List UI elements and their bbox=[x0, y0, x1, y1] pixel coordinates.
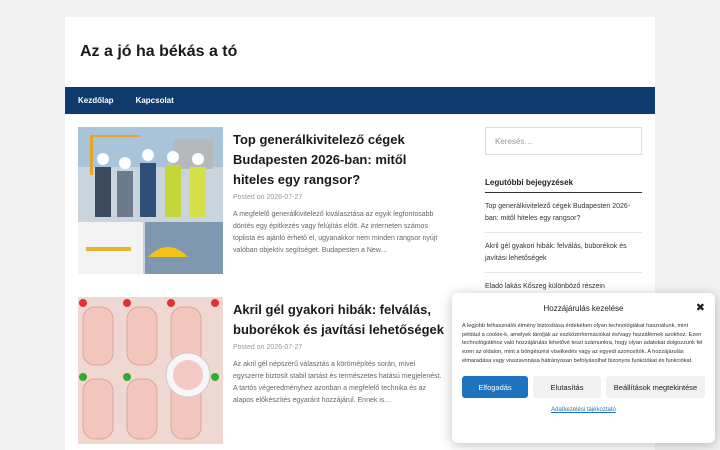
view-preferences-button[interactable]: Beállítások megtekintése bbox=[606, 376, 705, 399]
main-nav: Kezdőlap Kapcsolat bbox=[65, 87, 655, 114]
post-title[interactable]: Top generálkivitelező cégek Budapesten 2… bbox=[233, 130, 445, 190]
site-title[interactable]: Az a jó ha békás a tó bbox=[80, 43, 237, 61]
nails-image bbox=[78, 297, 223, 444]
close-icon[interactable]: ✖ bbox=[696, 301, 705, 314]
nav-item-contact[interactable]: Kapcsolat bbox=[136, 96, 174, 105]
search-input[interactable]: Keresés… bbox=[485, 127, 642, 155]
post-body: Akril gél gyakori hibák: felválás, bubor… bbox=[223, 297, 445, 444]
post-title[interactable]: Akril gél gyakori hibák: felválás, bubor… bbox=[233, 300, 445, 340]
post-excerpt: A megfelelő generálkivitelező kiválasztá… bbox=[233, 211, 438, 255]
cookie-text: A legjobb felhasználói élmény biztosítás… bbox=[462, 323, 703, 364]
privacy-policy-link[interactable]: Adatkezelési tájékoztató bbox=[462, 407, 705, 413]
post-date: Posted on 2026-07-27 bbox=[233, 344, 303, 352]
post-thumbnail-nails[interactable] bbox=[78, 297, 223, 444]
site-header: Az a jó ha békás a tó bbox=[65, 17, 655, 87]
post-list: Top generálkivitelező cégek Budapesten 2… bbox=[78, 127, 445, 450]
accept-button[interactable]: Elfogadás bbox=[462, 376, 528, 399]
cookie-buttons: Elfogadás Elutasítás Beállítások megteki… bbox=[462, 376, 705, 399]
post-excerpt: Az akril gél népszerű választás a körömé… bbox=[233, 361, 442, 404]
recent-posts-title: Legutóbbi bejegyzések bbox=[485, 178, 642, 193]
post-item: Top generálkivitelező cégek Budapesten 2… bbox=[78, 127, 445, 274]
nav-item-home[interactable]: Kezdőlap bbox=[78, 96, 114, 105]
cookie-consent-dialog: Hozzájárulás kezelése ✖ A legjobb felhas… bbox=[452, 293, 715, 443]
recent-post-link[interactable]: Akril gél gyakori hibák: felválás, bubor… bbox=[485, 233, 642, 274]
cookie-title: Hozzájárulás kezelése bbox=[543, 304, 624, 313]
recent-post-link[interactable]: Top generálkivitelező cégek Budapesten 2… bbox=[485, 193, 642, 234]
post-thumbnail-construction[interactable] bbox=[78, 127, 223, 274]
post-item: Akril gél gyakori hibák: felválás, bubor… bbox=[78, 297, 445, 444]
post-date: Posted on 2026-07-27 bbox=[233, 194, 303, 202]
post-body: Top generálkivitelező cégek Budapesten 2… bbox=[223, 127, 445, 274]
deny-button[interactable]: Elutasítás bbox=[533, 376, 601, 399]
construction-image bbox=[78, 127, 223, 274]
